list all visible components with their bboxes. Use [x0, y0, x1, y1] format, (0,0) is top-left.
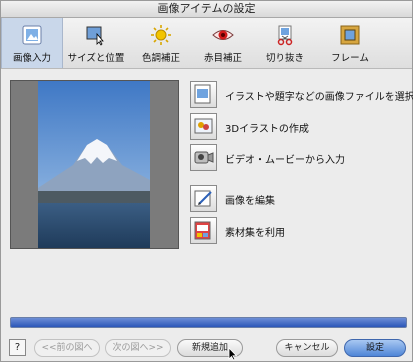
tab-red-eye[interactable]: 赤目補正	[193, 18, 253, 68]
tab-crop[interactable]: 切り抜き	[255, 18, 315, 68]
next-figure-button[interactable]: 次の図へ>>	[105, 339, 171, 357]
3d-illustration-icon	[194, 118, 213, 134]
crop-icon	[277, 25, 293, 46]
tab-label: 切り抜き	[265, 53, 304, 64]
mouse-cursor-icon	[228, 347, 238, 361]
tab-frame[interactable]: フレーム	[319, 18, 381, 68]
clipart-collection-icon	[194, 221, 211, 240]
image-file-icon	[194, 84, 211, 104]
color-correction-icon	[151, 25, 171, 45]
tab-size-position[interactable]: サイズと位置	[63, 18, 129, 68]
title-bar: 画像アイテムの設定	[1, 1, 412, 18]
ok-button[interactable]: 設定	[344, 339, 406, 357]
cancel-button[interactable]: キャンセル	[276, 339, 338, 357]
video-camera-icon	[194, 151, 214, 164]
red-eye-icon	[212, 30, 234, 40]
select-image-file-label: イラストや題字などの画像ファイルを選択	[225, 92, 413, 103]
window-title: 画像アイテムの設定	[157, 2, 256, 15]
tab-label: 画像入力	[12, 53, 51, 64]
3d-illustration-button[interactable]	[190, 113, 217, 140]
tab-color-correction[interactable]: 色調補正	[131, 18, 191, 68]
frame-icon	[340, 25, 360, 45]
use-clipart-label: 素材集を利用	[225, 228, 285, 239]
tab-label: サイズと位置	[67, 53, 125, 64]
button-bar: ? <<前の図へ 次の図へ>> 新規追加 キャンセル 設定	[1, 331, 412, 361]
size-position-icon	[86, 26, 104, 46]
prev-figure-button[interactable]: <<前の図へ	[34, 339, 100, 357]
dialog-window: 画像アイテムの設定 画像入力 サイズと位置 色調補正 赤目補正 切り抜き フレー…	[0, 0, 413, 362]
edit-image-label: 画像を編集	[225, 196, 275, 207]
help-button[interactable]: ?	[9, 339, 26, 356]
toolbar: 画像入力 サイズと位置 色調補正 赤目補正 切り抜き フレーム	[1, 18, 412, 69]
image-preview	[10, 80, 179, 249]
tab-label: 赤目補正	[203, 53, 242, 64]
progress-bar	[10, 317, 407, 328]
create-3d-illustration-label: 3Dイラストの作成	[225, 124, 309, 135]
tab-image-input[interactable]: 画像入力	[1, 18, 63, 68]
mount-fuji-photo	[11, 81, 178, 248]
edit-image-icon	[194, 190, 212, 207]
tab-label: 色調補正	[141, 53, 180, 64]
edit-image-button[interactable]	[190, 185, 217, 212]
image-file-button[interactable]	[190, 81, 217, 108]
image-input-icon	[22, 25, 42, 45]
video-input-label: ビデオ・ムービーから入力	[225, 155, 345, 166]
clipart-collection-button[interactable]	[190, 217, 217, 244]
tab-label: フレーム	[331, 53, 369, 64]
video-input-button[interactable]	[190, 144, 217, 171]
